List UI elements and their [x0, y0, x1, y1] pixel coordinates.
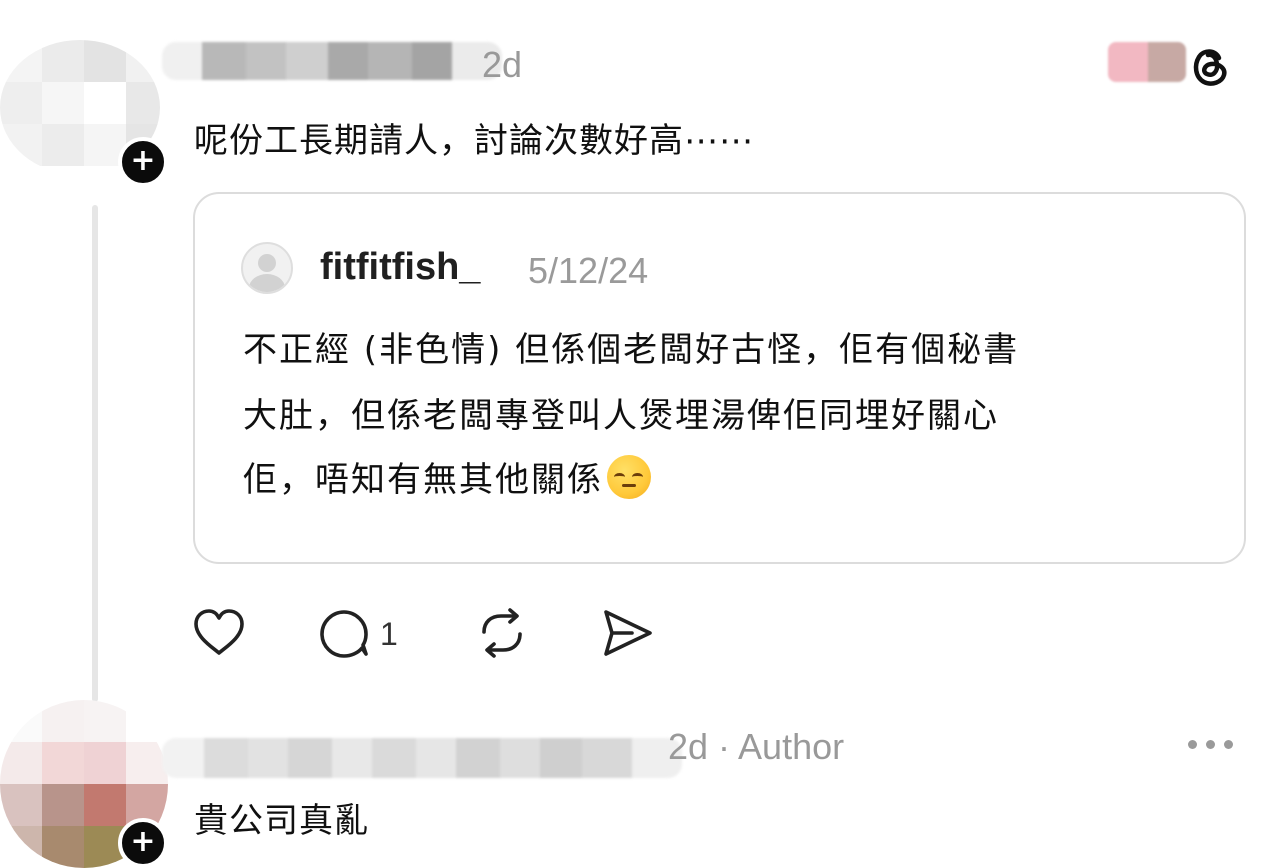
like-button[interactable]	[192, 607, 246, 659]
repost-icon	[482, 608, 522, 658]
heart-icon	[194, 609, 244, 655]
quoted-date: 5/12/24	[528, 250, 649, 291]
follow-plus-icon-reply[interactable]: +	[118, 818, 168, 868]
reply-button[interactable]: 1	[318, 608, 398, 660]
quoted-text-line-2: 大肚，但係老闆專登叫人煲埋湯俾佢同埋好關心	[243, 396, 999, 436]
quoted-text-line-1: 不正經 (非色情) 但係個老闆好古怪，佢有個秘書	[243, 330, 1020, 370]
reply-author-username-redacted[interactable]	[162, 738, 682, 778]
redacted-badge	[1108, 42, 1186, 82]
post-author-username-redacted[interactable]	[162, 42, 502, 80]
quoted-post-card[interactable]: fitfitfish_ 5/12/24 不正經 (非色情) 但係個老闆好古怪，佢…	[193, 192, 1246, 564]
quoted-user-avatar[interactable]	[241, 242, 293, 294]
comment-icon	[320, 610, 368, 658]
post-timestamp: 2d	[482, 44, 523, 85]
post-text: 呢份工長期請人，討論次數好高⋯⋯	[194, 121, 754, 161]
follow-plus-icon[interactable]: +	[118, 137, 168, 187]
more-dots-icon[interactable]	[1188, 740, 1233, 749]
send-icon	[604, 610, 652, 656]
pensive-emoji-icon	[607, 455, 651, 499]
quoted-text-line-3-wrap: 佢，唔知有無其他關係	[243, 452, 651, 501]
reply-text: 貴公司真亂	[194, 801, 369, 841]
threads-logo-icon[interactable]	[1186, 42, 1234, 94]
reply-count: 1	[380, 615, 398, 652]
thread-line	[92, 205, 98, 702]
repost-button[interactable]	[474, 606, 530, 660]
quoted-text-line-3: 佢，唔知有無其他關係	[243, 460, 603, 500]
share-button[interactable]	[600, 606, 654, 660]
reply-timestamp-author: 2d · Author	[668, 726, 845, 767]
quoted-username[interactable]: fitfitfish_	[320, 246, 480, 289]
